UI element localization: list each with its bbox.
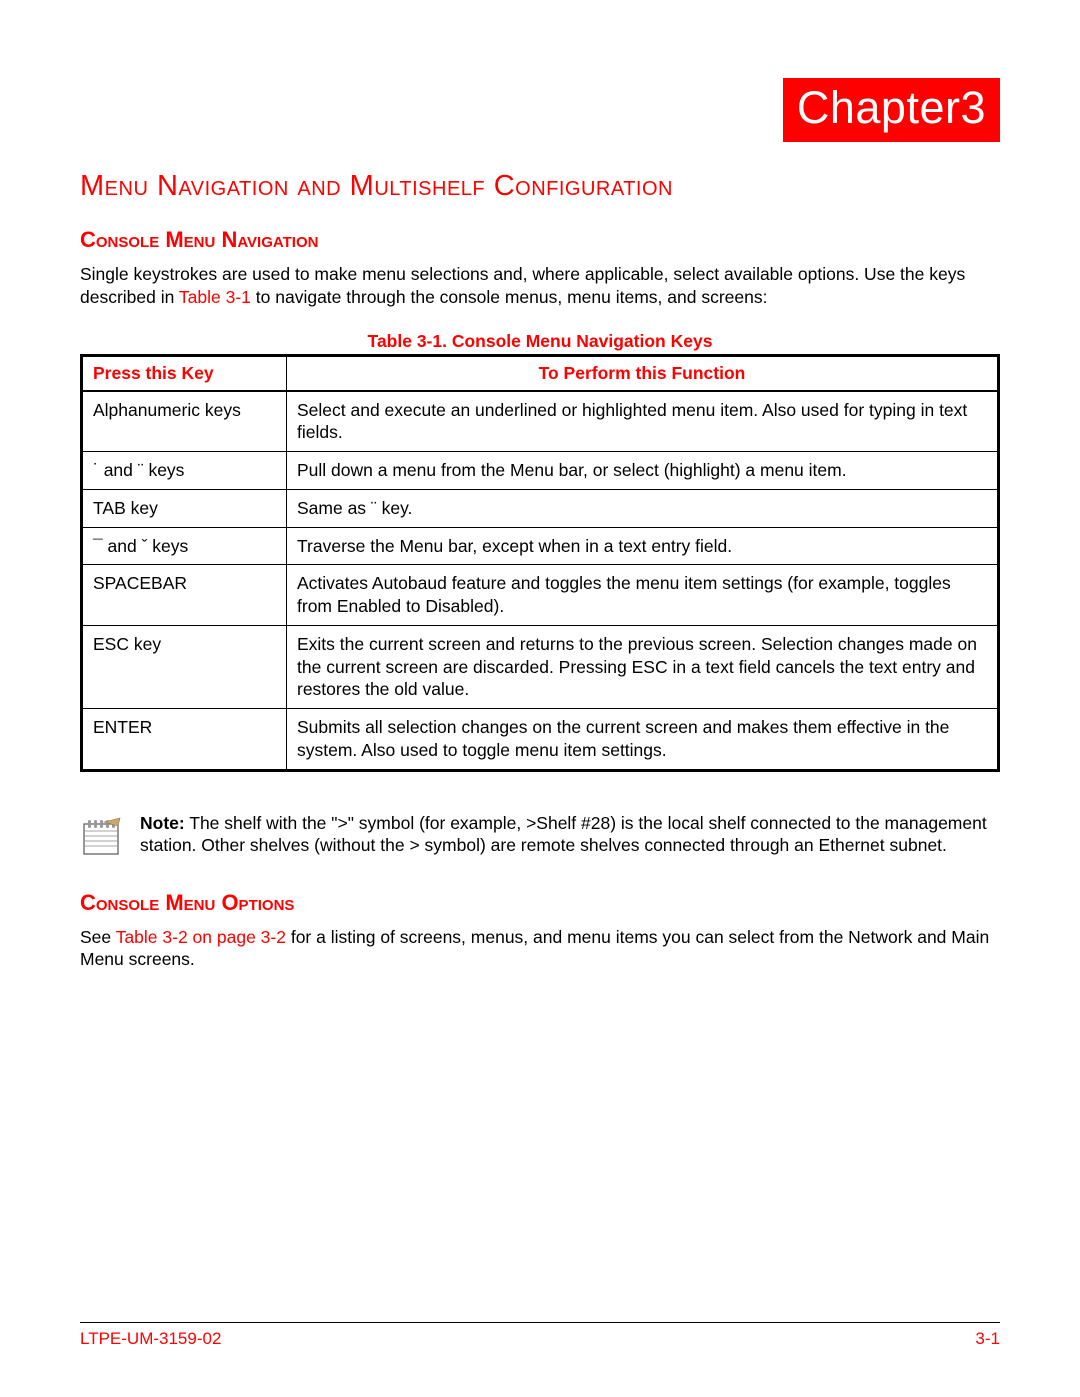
cell-key: ESC key [82, 625, 287, 708]
footer-doc-id: LTPE-UM-3159-02 [80, 1329, 221, 1349]
page-footer: LTPE-UM-3159-02 3-1 [80, 1322, 1000, 1349]
section1-intro: Single keystrokes are used to make menu … [80, 263, 1000, 309]
notepad-icon [80, 816, 122, 858]
cell-key: TAB key [82, 489, 287, 527]
console-nav-keys-table: Press this Key To Perform this Function … [80, 354, 1000, 772]
table-row: Alphanumeric keys Select and execute an … [82, 391, 999, 452]
table-3-2-link[interactable]: Table 3-2 on page 3-2 [116, 927, 286, 947]
cell-key: Alphanumeric keys [82, 391, 287, 452]
cell-func: Same as ¨ key. [287, 489, 999, 527]
table-3-1-link[interactable]: Table 3-1 [179, 287, 251, 307]
cell-func: Pull down a menu from the Menu bar, or s… [287, 452, 999, 490]
cell-key: ¯ and ˇ keys [82, 527, 287, 565]
cell-func: Traverse the Menu bar, except when in a … [287, 527, 999, 565]
table-header-function: To Perform this Function [287, 355, 999, 391]
cell-key: SPACEBAR [82, 565, 287, 626]
table-row: SPACEBAR Activates Autobaud feature and … [82, 565, 999, 626]
section2-text-pre: See [80, 927, 116, 947]
note-label: Note: [140, 813, 185, 833]
cell-key: ENTER [82, 709, 287, 771]
cell-func: Select and execute an underlined or high… [287, 391, 999, 452]
section-console-menu-options-title: Console Menu Options [80, 890, 1000, 916]
table-row: ESC key Exits the current screen and ret… [82, 625, 999, 708]
note-content: The shelf with the ">" symbol (for examp… [140, 813, 987, 856]
note-block: Note: The shelf with the ">" symbol (for… [80, 812, 1000, 858]
section-console-menu-navigation-title: Console Menu Navigation [80, 227, 1000, 253]
section2-intro: See Table 3-2 on page 3-2 for a listing … [80, 926, 1000, 972]
table-row: TAB key Same as ¨ key. [82, 489, 999, 527]
note-text: Note: The shelf with the ">" symbol (for… [140, 812, 1000, 858]
intro-text-post: to navigate through the console menus, m… [251, 287, 768, 307]
cell-func: Exits the current screen and returns to … [287, 625, 999, 708]
cell-func: Activates Autobaud feature and toggles t… [287, 565, 999, 626]
cell-func: Submits all selection changes on the cur… [287, 709, 999, 771]
footer-page-number: 3-1 [975, 1329, 1000, 1349]
table-row: ¯ and ˇ keys Traverse the Menu bar, exce… [82, 527, 999, 565]
table-header-key: Press this Key [82, 355, 287, 391]
cell-key: ˙ and ¨ keys [82, 452, 287, 490]
table-row: ENTER Submits all selection changes on t… [82, 709, 999, 771]
table-row: ˙ and ¨ keys Pull down a menu from the M… [82, 452, 999, 490]
page-title: Menu Navigation and Multishelf Configura… [80, 170, 1000, 203]
chapter-badge: Chapter3 [783, 78, 1000, 142]
table-caption: Table 3-1. Console Menu Navigation Keys [80, 331, 1000, 352]
